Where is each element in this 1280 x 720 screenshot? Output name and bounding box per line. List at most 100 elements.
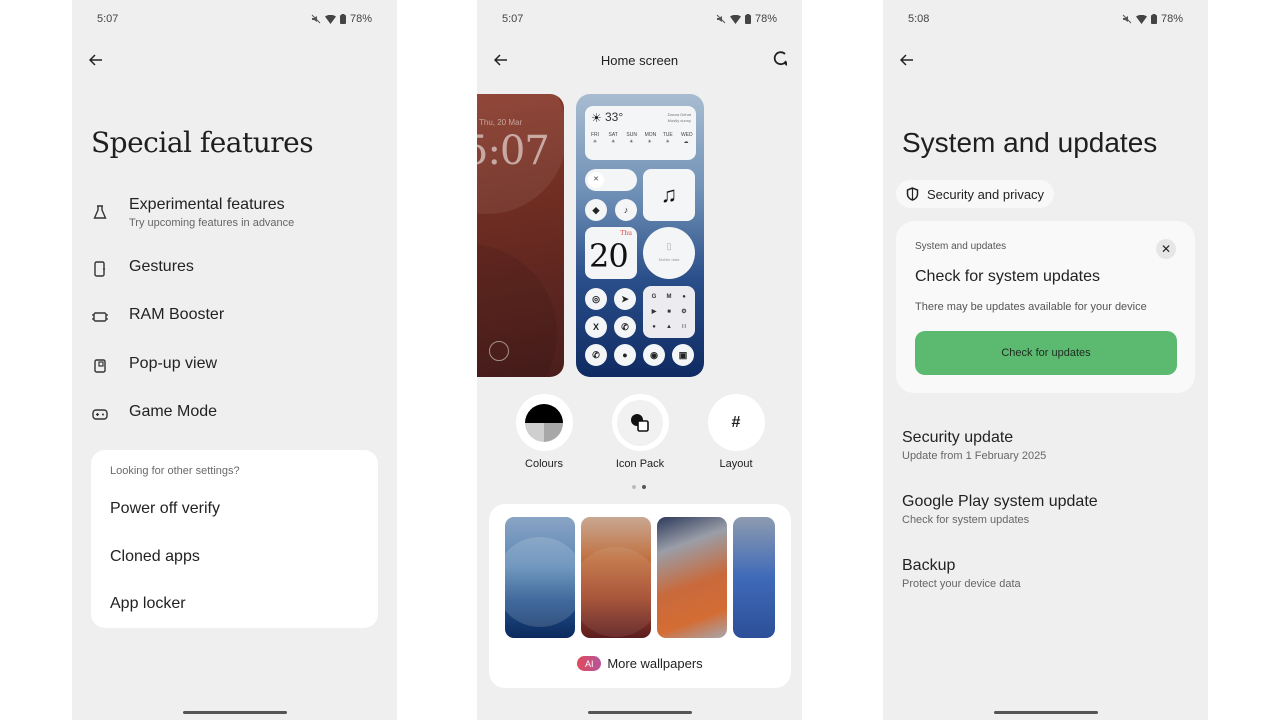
page-title: System and updates xyxy=(902,127,1158,158)
colour-palette-icon xyxy=(525,403,563,442)
reset-button[interactable] xyxy=(772,50,792,70)
battery-percent: 78% xyxy=(1160,13,1183,25)
page-dot[interactable] xyxy=(632,485,636,489)
gesture-nav-bar[interactable] xyxy=(993,711,1098,714)
weather-location: Dasna Dehat xyxy=(667,112,691,117)
battery-icon xyxy=(339,14,346,24)
close-icon: ✕ xyxy=(1160,242,1172,256)
reset-icon xyxy=(773,51,787,66)
status-time: 5:07 xyxy=(97,13,119,25)
forecast-day: FRI ☀ xyxy=(590,132,600,145)
weather-widget: ☀ 33° Dasna Dehat Mostly sunny FRI ☀ SAT ☀ … xyxy=(585,106,696,160)
grid-layout-icon: # xyxy=(731,413,741,431)
flask-icon xyxy=(92,204,108,220)
google-play-update-item[interactable]: Google Play system update Check for syst… xyxy=(902,493,1098,526)
card-title: Check for system updates xyxy=(915,268,1100,285)
shield-icon xyxy=(906,187,919,201)
ai-badge-icon: AI xyxy=(577,656,602,671)
special-features-screen: 5:07 78% Special features Experimental f… xyxy=(72,0,397,720)
lock-screen-preview[interactable]: Thu, 20 Mar 5:07 xyxy=(477,94,564,377)
messages-icon: ● xyxy=(614,344,636,366)
security-update-label: Security update xyxy=(902,429,1014,446)
battery-percent: 78% xyxy=(754,13,777,25)
mute-icon xyxy=(716,14,726,24)
music-app-icon: ♪ xyxy=(615,199,637,221)
camera-shortcut-icon xyxy=(489,341,509,361)
popup-view-item[interactable]: Pop-up view xyxy=(72,355,397,377)
no-sim-icon: ▯ xyxy=(666,241,672,251)
google-play-update-subtitle: Check for system updates xyxy=(902,514,1030,526)
gestures-label: Gestures xyxy=(129,258,194,275)
gestures-item[interactable]: Gestures xyxy=(72,258,397,280)
check-for-updates-button[interactable]: Check for updates xyxy=(915,331,1177,375)
calendar-widget: Thu 20 xyxy=(585,227,637,279)
wallpaper-thumbnail[interactable] xyxy=(657,517,727,638)
forecast-day: SAT ☀ xyxy=(608,132,618,145)
settings-icon: ⚙ xyxy=(681,309,687,315)
game-mode-item[interactable]: Game Mode xyxy=(72,403,397,425)
google-icon: G xyxy=(651,294,657,300)
status-bar: 5:08 78% xyxy=(908,12,1183,26)
colours-option[interactable]: Colours xyxy=(514,394,574,470)
security-privacy-label: Security and privacy xyxy=(927,186,1045,202)
grid-icon: ∷ xyxy=(682,324,686,330)
gesture-nav-bar[interactable] xyxy=(587,711,692,714)
music-note-icon: ♫ xyxy=(660,182,678,207)
youtube-icon: ■ xyxy=(667,309,671,315)
security-update-subtitle: Update from 1 February 2025 xyxy=(902,450,1047,462)
ram-booster-label: RAM Booster xyxy=(129,306,225,323)
back-arrow-icon xyxy=(900,54,913,66)
layout-option[interactable]: # Layout xyxy=(706,394,766,470)
page-dot-active[interactable] xyxy=(642,485,646,489)
ram-chip-icon xyxy=(92,309,108,325)
gamepad-icon xyxy=(92,406,108,422)
backup-item[interactable]: Backup Protect your device data xyxy=(902,557,1021,590)
status-time: 5:08 xyxy=(908,13,930,25)
mobile-data-widget: ▯ Mobile data xyxy=(643,227,695,279)
dismiss-button[interactable]: ✕ xyxy=(1156,239,1176,259)
colours-label: Colours xyxy=(525,458,563,470)
app-icon: ● xyxy=(652,324,656,330)
forecast-day: TUE ☀ xyxy=(662,132,673,145)
ram-booster-item[interactable]: RAM Booster xyxy=(72,306,397,328)
wifi-icon xyxy=(324,14,336,24)
more-wallpapers-button[interactable]: AI More wallpapers xyxy=(489,656,791,671)
other-settings-header: Looking for other settings? xyxy=(110,465,240,477)
security-privacy-chip[interactable]: Security and privacy xyxy=(896,180,1055,208)
battery-percent: 78% xyxy=(349,13,372,25)
phone-icon: ✆ xyxy=(585,344,607,366)
instagram-icon: ◎ xyxy=(585,288,607,310)
wallpapers-card: AI More wallpapers xyxy=(489,504,791,688)
wifi-icon xyxy=(729,14,741,24)
card-header: System and updates xyxy=(915,241,1007,252)
page-title: Home screen xyxy=(600,53,679,68)
more-wallpapers-label: More wallpapers xyxy=(607,656,703,671)
wallpaper-thumbnail[interactable] xyxy=(733,517,775,638)
back-button[interactable] xyxy=(897,50,917,70)
update-suggestion-card: System and updates ✕ Check for system up… xyxy=(896,221,1195,393)
icon-pack-option[interactable]: Icon Pack xyxy=(610,394,670,470)
popup-window-icon xyxy=(92,358,108,374)
card-description: There may be updates available for your … xyxy=(915,301,1147,313)
wallpaper-thumbnail[interactable] xyxy=(581,517,651,638)
game-mode-label: Game Mode xyxy=(129,403,218,420)
experimental-features-item[interactable]: Experimental features Try upcoming featu… xyxy=(72,196,397,232)
mobile-data-label: Mobile data xyxy=(658,257,680,262)
experimental-features-subtitle: Try upcoming features in advance xyxy=(129,217,295,229)
power-off-verify-item[interactable]: Power off verify xyxy=(110,500,220,518)
wallpaper-thumbnail[interactable] xyxy=(505,517,575,638)
calendar-day: Thu xyxy=(620,230,632,237)
wifi-icon xyxy=(1135,14,1147,24)
google-play-update-label: Google Play system update xyxy=(902,493,1098,510)
security-update-item[interactable]: Security update Update from 1 February 2… xyxy=(902,429,1046,462)
back-button[interactable] xyxy=(86,50,106,70)
weather-temp: 33° xyxy=(605,110,624,124)
forecast-day: SUN ☀ xyxy=(626,132,637,145)
gesture-nav-bar[interactable] xyxy=(182,711,287,714)
sun-icon: ☀ xyxy=(591,111,602,125)
app-locker-item[interactable]: App locker xyxy=(110,595,186,613)
lock-date: Thu, 20 Mar xyxy=(479,118,523,127)
backup-subtitle: Protect your device data xyxy=(902,578,1021,590)
cloned-apps-item[interactable]: Cloned apps xyxy=(110,548,200,566)
home-screen-preview[interactable]: ☀ 33° Dasna Dehat Mostly sunny FRI ☀ SAT ☀ … xyxy=(576,94,704,377)
